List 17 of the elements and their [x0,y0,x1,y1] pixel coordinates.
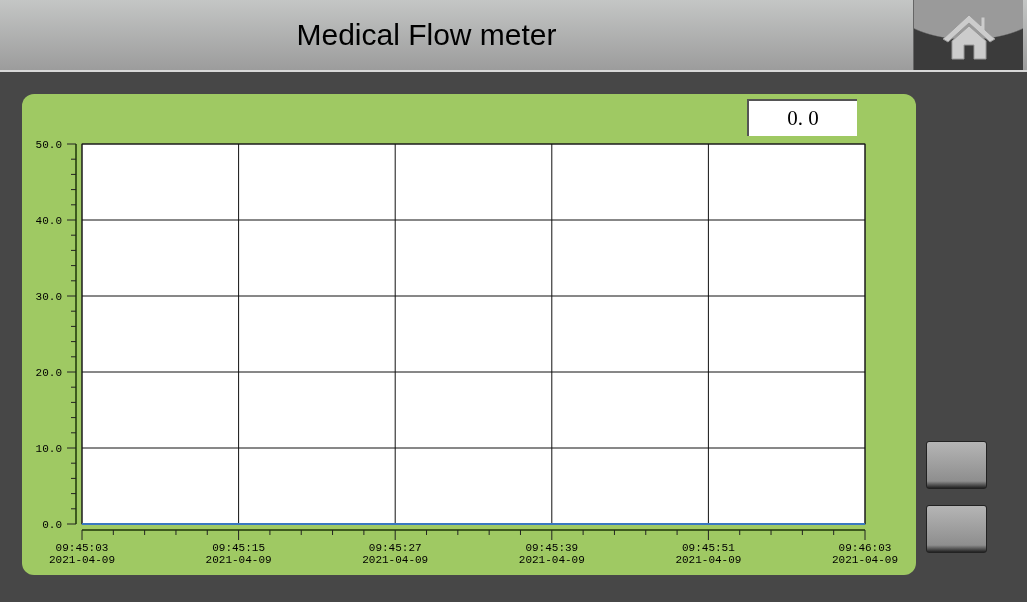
y-tick-label: 0.0 [42,519,62,531]
side-button[interactable] [926,441,987,489]
y-tick-label: 30.0 [35,291,62,303]
value-display: 0. 0 [747,99,857,136]
x-tick-label: 09:45:03 2021-04-09 [49,542,115,566]
y-tick-label: 10.0 [35,443,62,455]
y-tick-label: 20.0 [35,367,62,379]
home-button[interactable] [913,0,1023,70]
x-tick-label: 09:45:15 2021-04-09 [205,542,272,566]
x-tick-label: 09:45:51 2021-04-09 [675,542,742,566]
x-tick-label: 09:46:03 2021-04-09 [832,542,898,566]
side-button[interactable] [926,505,987,553]
app-title: Medical Flow meter [295,17,558,53]
y-tick-label: 40.0 [35,215,62,227]
x-tick-label: 09:45:27 2021-04-09 [362,542,429,566]
x-tick-label: 09:45:39 2021-04-09 [518,542,585,566]
y-tick-label: 50.0 [35,139,62,151]
